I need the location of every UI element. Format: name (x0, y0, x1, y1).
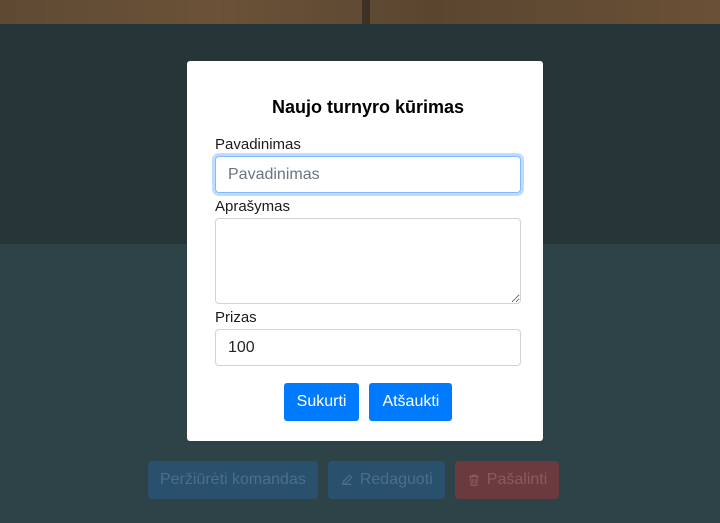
trash-icon (468, 474, 479, 486)
modal-title: Naujo turnyro kūrimas (271, 97, 465, 117)
description-label: Aprašymas (215, 198, 291, 215)
background-actions: Peržiūrėti komandas Redaguoti Pašalinti (148, 461, 560, 499)
pencil-icon (341, 474, 353, 486)
create-button[interactable]: Sukurti (283, 383, 360, 421)
modal-actions: Sukurti Atšaukti (215, 383, 521, 421)
prize-label: Prizas (215, 309, 257, 326)
delete-label: Pašalinti (486, 471, 548, 488)
name-input[interactable] (215, 156, 521, 193)
view-teams-button[interactable]: Peržiūrėti komandas (148, 461, 318, 499)
prize-input[interactable] (215, 329, 521, 366)
name-label: Pavadinimas (215, 136, 301, 153)
edit-button[interactable]: Redaguoti (327, 461, 445, 499)
cancel-button[interactable]: Atšaukti (369, 383, 453, 421)
view-teams-label: Peržiūrėti komandas (160, 471, 306, 488)
delete-button[interactable]: Pašalinti (454, 461, 560, 499)
description-textarea[interactable] (215, 218, 521, 304)
banner-seam (362, 0, 370, 24)
edit-label: Redaguoti (359, 471, 433, 488)
create-tournament-modal: Naujo turnyro kūrimas Pavadinimas Aprašy… (187, 61, 543, 441)
background-wood-banner (0, 0, 720, 24)
